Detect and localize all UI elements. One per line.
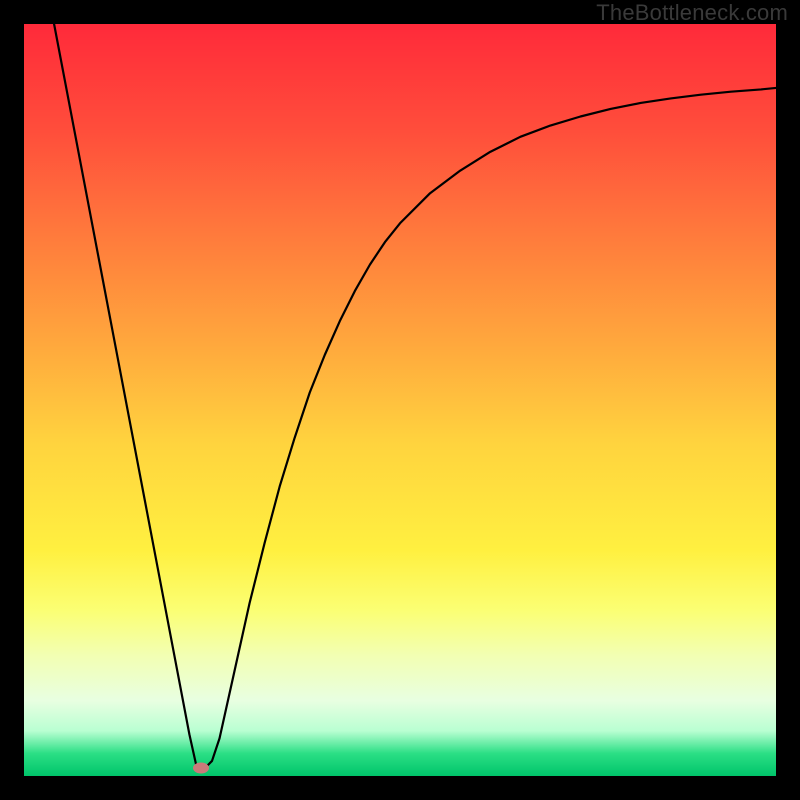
curve-svg [24, 24, 776, 776]
plot-area [24, 24, 776, 776]
optimal-point-marker [193, 763, 209, 774]
chart-frame: TheBottleneck.com [0, 0, 800, 800]
watermark-text: TheBottleneck.com [596, 0, 788, 26]
bottleneck-curve [54, 24, 776, 768]
